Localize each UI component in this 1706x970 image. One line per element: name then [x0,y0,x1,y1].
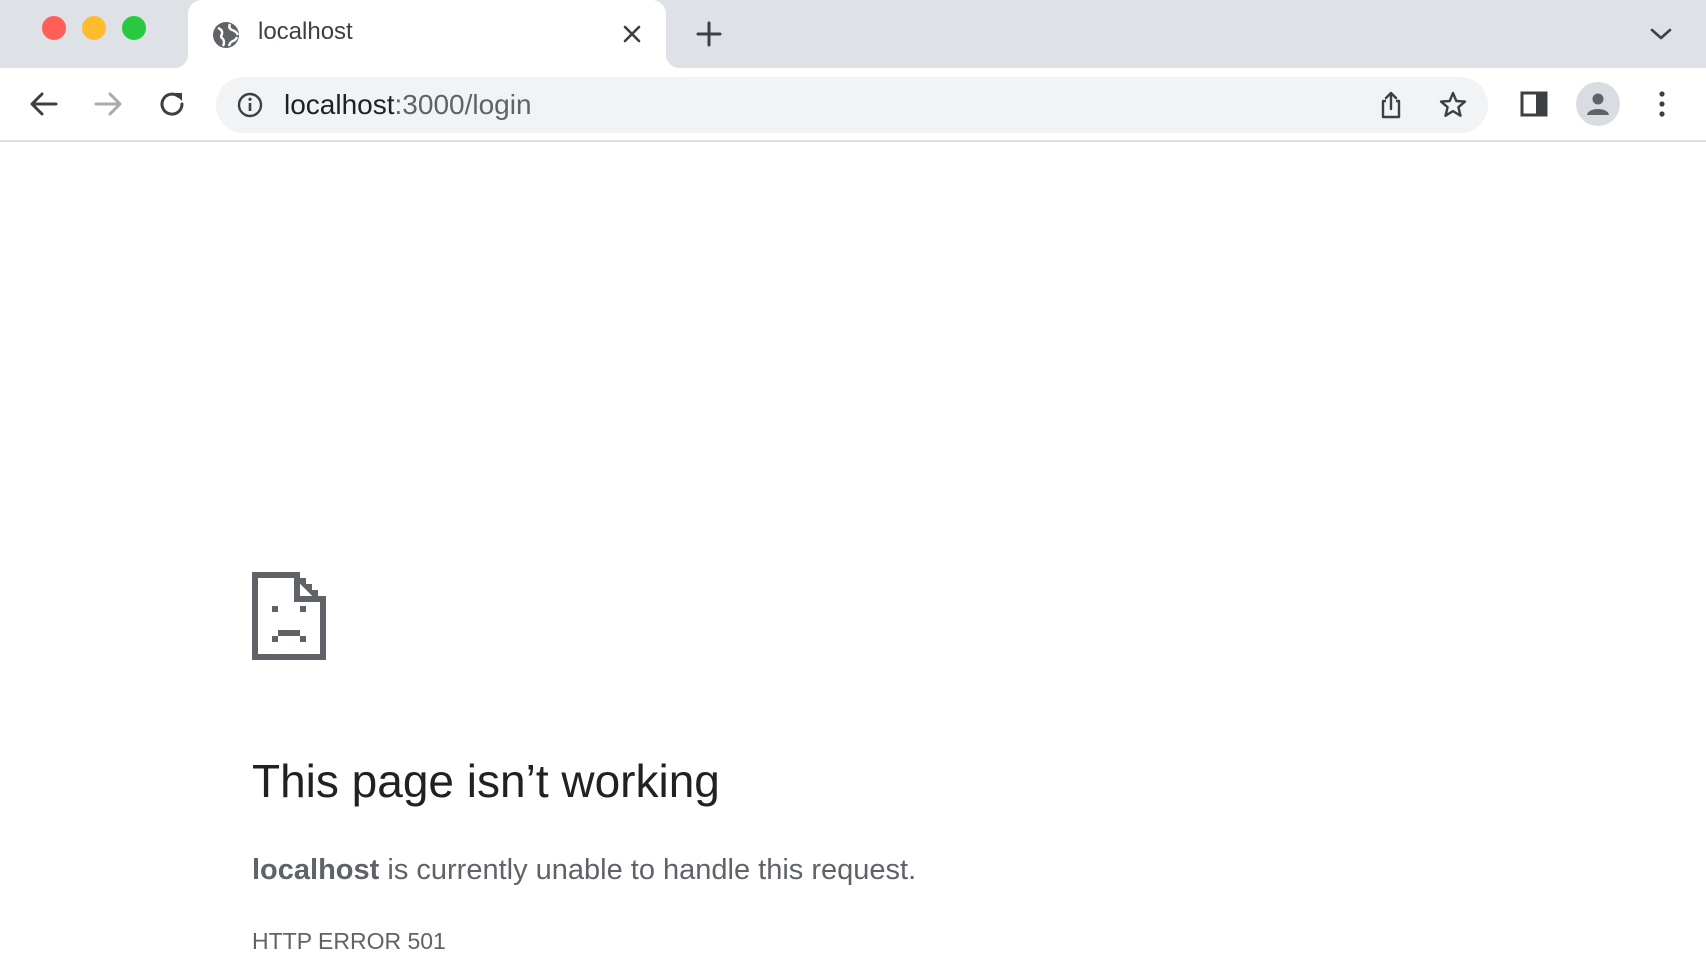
reload-icon[interactable] [154,86,190,122]
url-path: :3000/login [394,89,532,120]
error-code: HTTP ERROR 501 [252,928,446,954]
profile-icon [1587,93,1609,115]
tab-localhost[interactable]: localhost [174,0,680,68]
error-host: localhost [252,854,380,886]
error-message: localhost is currently unable to handle … [252,854,916,887]
window-minimize-button[interactable] [82,16,106,40]
share-icon[interactable] [1376,90,1406,120]
url-text[interactable]: localhost:3000/login [284,90,532,120]
profile-button[interactable] [1576,82,1620,126]
globe-icon [213,22,240,48]
plus-icon[interactable] [694,19,724,49]
page-content: This page isn’t working localhost is cur… [0,142,1706,970]
error-message-text: is currently unable to handle this reque… [379,854,917,886]
info-icon[interactable] [236,91,264,119]
more-vert-icon[interactable] [1644,86,1680,122]
sad-page-icon [252,572,326,660]
window-close-button[interactable] [42,16,66,40]
address-bar[interactable]: localhost:3000/login [216,77,1488,133]
star-icon[interactable] [1438,90,1468,120]
close-icon[interactable] [620,22,644,46]
tab-title: localhost [258,18,353,45]
chevron-down-icon[interactable] [1648,24,1674,44]
window-zoom-button[interactable] [122,16,146,40]
url-host: localhost [284,89,395,120]
arrow-left-icon[interactable] [26,86,62,122]
arrow-right-icon[interactable] [90,86,126,122]
side-panel-icon[interactable] [1516,86,1552,122]
browser-toolbar: localhost:3000/login [0,68,1706,142]
tab-strip: localhost [0,0,1706,68]
error-title: This page isn’t working [252,755,720,807]
